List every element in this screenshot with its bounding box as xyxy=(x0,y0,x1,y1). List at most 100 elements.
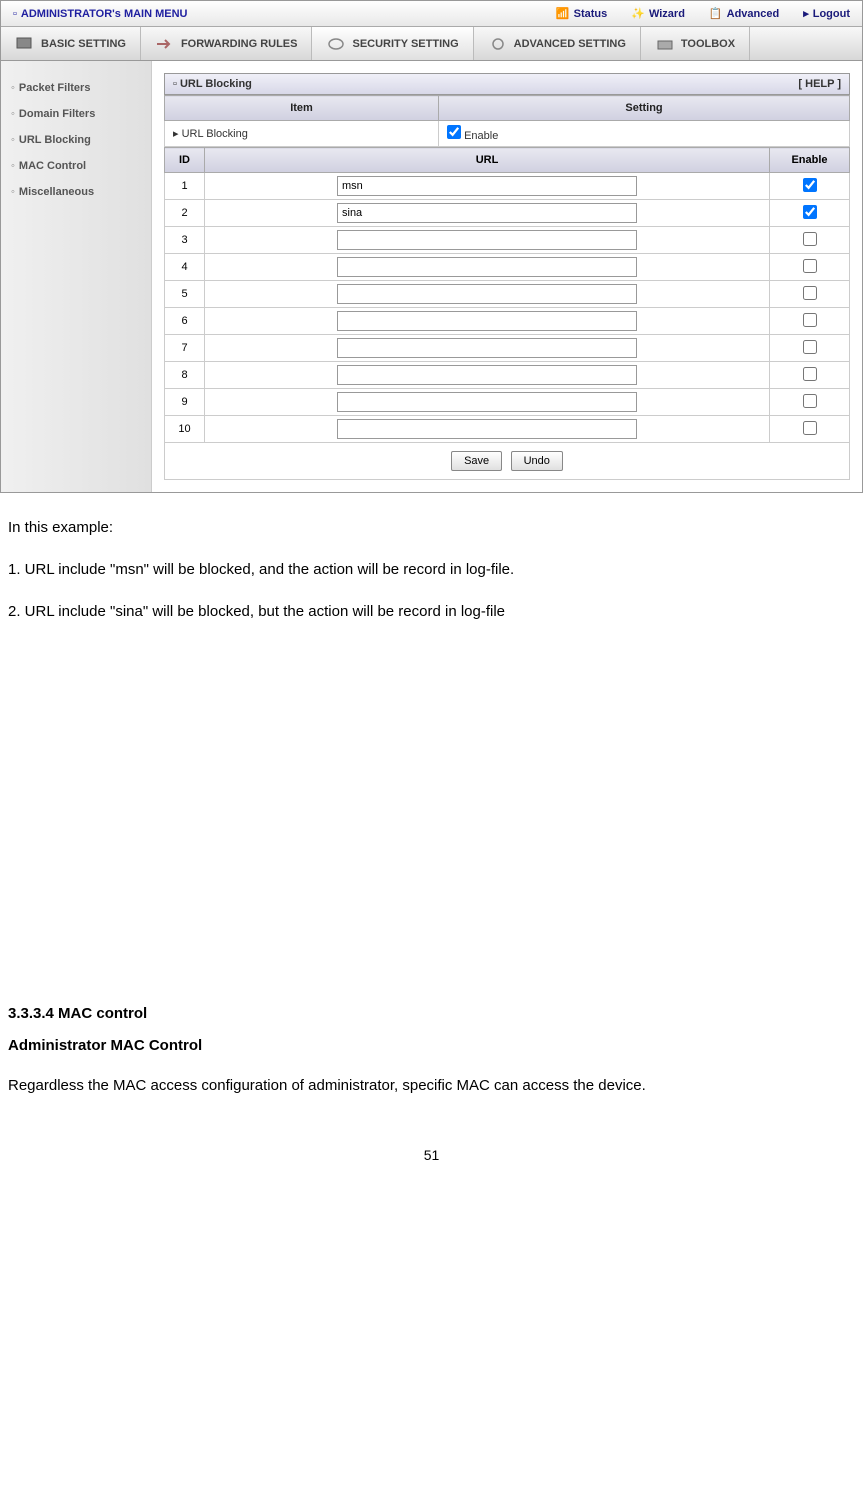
url-blocking-row: ▸ URL Blocking Enable xyxy=(165,121,850,147)
row-id: 2 xyxy=(165,200,205,227)
row-enable-checkbox[interactable] xyxy=(803,205,817,219)
save-button[interactable]: Save xyxy=(451,451,502,471)
url-table: ID URL Enable 1 2 3 4 5 6 7 8 xyxy=(164,147,850,443)
url-row: 8 xyxy=(165,362,850,389)
document-text: In this example: 1. URL include "msn" wi… xyxy=(0,493,863,1189)
row-enable-checkbox[interactable] xyxy=(803,367,817,381)
wizard-icon: ✨ xyxy=(631,7,645,20)
url-row: 6 xyxy=(165,308,850,335)
section-subtitle: Administrator MAC Control xyxy=(8,1031,855,1061)
section-heading: 3.3.3.4 MAC control xyxy=(8,999,855,1029)
url-row: 1 xyxy=(165,173,850,200)
bullet-icon: ◦ xyxy=(11,134,15,146)
main-menu-link[interactable]: ▫ ADMINISTRATOR's MAIN MENU xyxy=(1,1,200,26)
status-link[interactable]: 📶 Status xyxy=(544,1,619,26)
url-blocking-enable-checkbox[interactable] xyxy=(447,125,461,139)
url-row: 2 xyxy=(165,200,850,227)
row-enable-checkbox[interactable] xyxy=(803,232,817,246)
main-panel: ▫ URL Blocking [ HELP ] Item Setting ▸ U… xyxy=(151,61,862,492)
url-input[interactable] xyxy=(337,365,637,385)
tab-forwarding-label: FORWARDING RULES xyxy=(181,38,298,50)
tab-security-label: SECURITY SETTING xyxy=(352,38,458,50)
row-id: 6 xyxy=(165,308,205,335)
id-header: ID xyxy=(165,148,205,173)
row-id: 1 xyxy=(165,173,205,200)
page-number: 51 xyxy=(8,1141,855,1169)
url-input[interactable] xyxy=(337,257,637,277)
row-id: 7 xyxy=(165,335,205,362)
row-id: 4 xyxy=(165,254,205,281)
row-enable-checkbox[interactable] xyxy=(803,421,817,435)
square-icon: ▫ xyxy=(13,8,17,20)
row-enable-checkbox[interactable] xyxy=(803,394,817,408)
url-input[interactable] xyxy=(337,419,637,439)
sidebar-item-packet-filters[interactable]: ◦ Packet Filters xyxy=(1,75,151,101)
sidebar-item-miscellaneous[interactable]: ◦ Miscellaneous xyxy=(1,179,151,205)
row-id: 3 xyxy=(165,227,205,254)
advanced-setting-icon xyxy=(488,36,508,52)
setting-header: Setting xyxy=(439,96,850,121)
row-enable-checkbox[interactable] xyxy=(803,259,817,273)
logout-arrow-icon: ▸ xyxy=(803,7,809,20)
settings-table: Item Setting ▸ URL Blocking Enable xyxy=(164,95,850,147)
undo-button[interactable]: Undo xyxy=(511,451,563,471)
advanced-icon: 📋 xyxy=(709,7,723,20)
status-label: Status xyxy=(574,8,608,20)
row-arrow-icon: ▸ xyxy=(173,128,182,140)
enable-header: Enable xyxy=(770,148,850,173)
section-body: Regardless the MAC access configuration … xyxy=(8,1071,855,1101)
tab-toolbox-label: TOOLBOX xyxy=(681,38,735,50)
url-input[interactable] xyxy=(337,338,637,358)
example-line-2: 2. URL include "sina" will be blocked, b… xyxy=(8,597,855,627)
example-line-1: 1. URL include "msn" will be blocked, an… xyxy=(8,555,855,585)
url-input[interactable] xyxy=(337,230,637,250)
url-header: URL xyxy=(205,148,770,173)
sidebar-label: Packet Filters xyxy=(19,82,91,94)
advanced-label: Advanced xyxy=(727,8,780,20)
url-row: 3 xyxy=(165,227,850,254)
bullet-icon: ◦ xyxy=(11,186,15,198)
tab-basic-label: BASIC SETTING xyxy=(41,38,126,50)
sidebar-item-mac-control[interactable]: ◦MAC Control xyxy=(1,153,151,179)
row-id: 9 xyxy=(165,389,205,416)
row-enable-checkbox[interactable] xyxy=(803,178,817,192)
sidebar-item-domain-filters[interactable]: ◦Domain Filters xyxy=(1,101,151,127)
sidebar-label: URL Blocking xyxy=(19,134,91,146)
tab-forwarding-rules[interactable]: FORWARDING RULES xyxy=(141,27,313,60)
url-row: 5 xyxy=(165,281,850,308)
url-input[interactable] xyxy=(337,203,637,223)
enable-label: Enable xyxy=(464,130,498,142)
sidebar-item-url-blocking[interactable]: ◦ URL Blocking xyxy=(1,127,151,153)
tab-advanced-label: ADVANCED SETTING xyxy=(514,38,626,50)
tab-advanced-setting[interactable]: ADVANCED SETTING xyxy=(474,27,641,60)
tab-bar: BASIC SETTING FORWARDING RULES SECURITY … xyxy=(1,27,862,61)
tab-security-setting[interactable]: SECURITY SETTING xyxy=(312,27,473,60)
item-header: Item xyxy=(165,96,439,121)
url-row: 9 xyxy=(165,389,850,416)
wizard-link[interactable]: ✨ Wizard xyxy=(619,1,697,26)
forwarding-icon xyxy=(155,36,175,52)
advanced-link[interactable]: 📋 Advanced xyxy=(697,1,791,26)
help-link[interactable]: [ HELP ] xyxy=(798,78,841,90)
panel-header: ▫ URL Blocking [ HELP ] xyxy=(164,73,850,95)
row-enable-checkbox[interactable] xyxy=(803,340,817,354)
tab-toolbox[interactable]: TOOLBOX xyxy=(641,27,750,60)
status-icon: 📶 xyxy=(556,7,570,20)
url-input[interactable] xyxy=(337,392,637,412)
sidebar: ◦ Packet Filters ◦Domain Filters ◦ URL Blo… xyxy=(1,61,151,492)
tab-basic-setting[interactable]: BASIC SETTING xyxy=(1,27,141,60)
bullet-icon: ◦ xyxy=(11,108,15,120)
sidebar-label: Miscellaneous xyxy=(19,186,94,198)
bullet-icon: ◦ xyxy=(11,82,15,94)
row-enable-checkbox[interactable] xyxy=(803,286,817,300)
url-input[interactable] xyxy=(337,176,637,196)
content-area: ◦ Packet Filters ◦Domain Filters ◦ URL Blo… xyxy=(1,61,862,492)
logout-link[interactable]: ▸ Logout xyxy=(791,1,862,26)
url-blocking-label: URL Blocking xyxy=(182,128,248,140)
security-icon xyxy=(326,36,346,52)
row-enable-checkbox[interactable] xyxy=(803,313,817,327)
url-input[interactable] xyxy=(337,284,637,304)
url-input[interactable] xyxy=(337,311,637,331)
intro-text: In this example: xyxy=(8,513,855,543)
button-row: Save Undo xyxy=(164,443,850,480)
